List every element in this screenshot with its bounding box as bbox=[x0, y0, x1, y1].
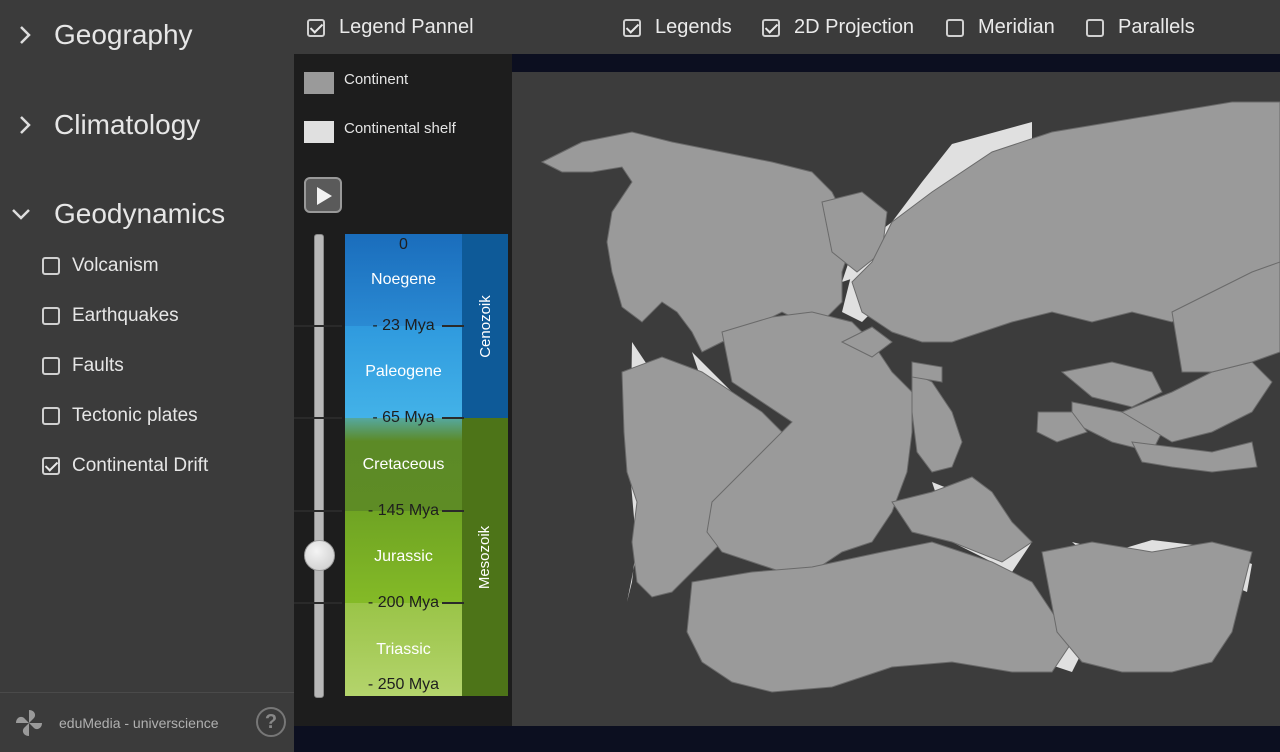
section-label: Geodynamics bbox=[54, 198, 226, 229]
checkbox-box[interactable] bbox=[42, 307, 60, 325]
toggle-label: Meridian bbox=[978, 16, 1055, 38]
geologic-timeline: Noegene Paleogene Cretaceous Jurassic Tr… bbox=[294, 234, 512, 698]
checkbox-box[interactable] bbox=[623, 18, 641, 37]
section-climatology[interactable]: Climatology bbox=[0, 95, 294, 155]
space-background bbox=[512, 726, 1280, 752]
section-label: Climatology bbox=[54, 109, 201, 140]
section-label: Geography bbox=[54, 19, 193, 50]
tick-label: - 65 Mya bbox=[372, 409, 435, 426]
toggle-label: Legend Pannel bbox=[339, 16, 474, 38]
continent-areas bbox=[540, 101, 1280, 693]
checkbox-label: Tectonic plates bbox=[72, 405, 198, 426]
era-label: Mesozoik bbox=[476, 525, 494, 589]
tick-label: - 23 Mya bbox=[372, 317, 435, 334]
sidebar: Geography Climatology Geodynamics Volcan… bbox=[0, 0, 294, 752]
era-label: Cenozoik bbox=[476, 294, 494, 358]
toggle-label: 2D Projection bbox=[794, 16, 915, 38]
period-label: Triassic bbox=[376, 640, 431, 658]
checkbox-box[interactable] bbox=[42, 357, 60, 375]
chevron-right-icon bbox=[20, 116, 31, 134]
toggle-meridian[interactable]: Meridian bbox=[946, 16, 1055, 39]
legend-label-continent: Continent bbox=[344, 71, 409, 88]
tick-label: - 250 Mya bbox=[367, 676, 440, 693]
space-background bbox=[294, 726, 512, 752]
brand-text: eduMedia - universcience bbox=[59, 715, 219, 731]
tick-line bbox=[294, 417, 342, 419]
checkbox-label: Continental Drift bbox=[72, 455, 209, 476]
section-geography[interactable]: Geography bbox=[0, 5, 294, 65]
checkbox-earthquakes[interactable]: Earthquakes bbox=[42, 305, 179, 327]
checkbox-box[interactable] bbox=[946, 18, 964, 37]
play-button[interactable] bbox=[304, 177, 342, 213]
checkbox-label: Earthquakes bbox=[72, 305, 179, 326]
sidebar-footer: eduMedia - universcience ? bbox=[0, 692, 294, 752]
time-slider-track[interactable] bbox=[314, 234, 324, 698]
legend-label-continental-shelf: Continental shelf bbox=[344, 120, 456, 137]
paleo-map[interactable] bbox=[512, 72, 1280, 726]
period-label: Jurassic bbox=[374, 548, 433, 565]
checkbox-tectonic-plates[interactable]: Tectonic plates bbox=[42, 405, 198, 427]
checkbox-label: Volcanism bbox=[72, 255, 159, 276]
checkbox-box[interactable] bbox=[42, 407, 60, 425]
tick-line bbox=[294, 510, 342, 512]
period-label: Noegene bbox=[371, 271, 436, 288]
checkbox-faults[interactable]: Faults bbox=[42, 355, 124, 377]
tick-label: - 145 Mya bbox=[367, 502, 440, 519]
tick-line bbox=[294, 602, 342, 604]
period-jurassic: Jurassic bbox=[345, 511, 462, 603]
checkbox-box[interactable] bbox=[307, 18, 325, 37]
edumedia-logo-icon bbox=[16, 710, 42, 736]
period-cretaceous: Cretaceous bbox=[345, 418, 462, 511]
era-mesozoic: Mesozoik bbox=[462, 418, 508, 696]
time-slider-knob[interactable] bbox=[304, 540, 335, 572]
toggle-parallels[interactable]: Parallels bbox=[1086, 16, 1195, 39]
period-paleogene: Paleogene bbox=[345, 326, 462, 418]
checkbox-box[interactable] bbox=[42, 257, 60, 275]
checkbox-box[interactable] bbox=[762, 18, 780, 37]
toggle-label: Legends bbox=[655, 16, 732, 38]
toggle-legend-panel[interactable]: Legend Pannel bbox=[307, 16, 474, 39]
help-button[interactable]: ? bbox=[256, 707, 286, 737]
period-label: Cretaceous bbox=[362, 455, 445, 473]
era-cenozoic: Cenozoik bbox=[462, 234, 508, 418]
chevron-right-icon bbox=[20, 26, 31, 44]
toggle-legends[interactable]: Legends bbox=[623, 16, 732, 39]
checkbox-volcanism[interactable]: Volcanism bbox=[42, 255, 159, 277]
continent-swatch bbox=[304, 72, 334, 94]
checkbox-continental-drift[interactable]: Continental Drift bbox=[42, 455, 208, 477]
tick-line bbox=[294, 325, 342, 327]
continental-shelf-swatch bbox=[304, 121, 334, 143]
section-geodynamics[interactable]: Geodynamics bbox=[0, 184, 294, 244]
checkbox-box[interactable] bbox=[1086, 18, 1104, 37]
toggle-2d-projection[interactable]: 2D Projection bbox=[762, 16, 914, 39]
paleo-continents-map bbox=[540, 101, 1280, 693]
tick-label: - 200 Mya bbox=[367, 594, 440, 611]
toggle-label: Parallels bbox=[1118, 16, 1195, 38]
checkbox-box[interactable] bbox=[42, 457, 60, 475]
chevron-down-icon bbox=[12, 209, 30, 220]
period-label: Paleogene bbox=[365, 363, 442, 380]
top-toolbar: Legend Pannel Legends 2D Projection Meri… bbox=[294, 0, 1280, 54]
checkbox-label: Faults bbox=[72, 355, 124, 376]
space-background bbox=[512, 54, 1280, 72]
tick-label: 0 bbox=[399, 236, 408, 253]
